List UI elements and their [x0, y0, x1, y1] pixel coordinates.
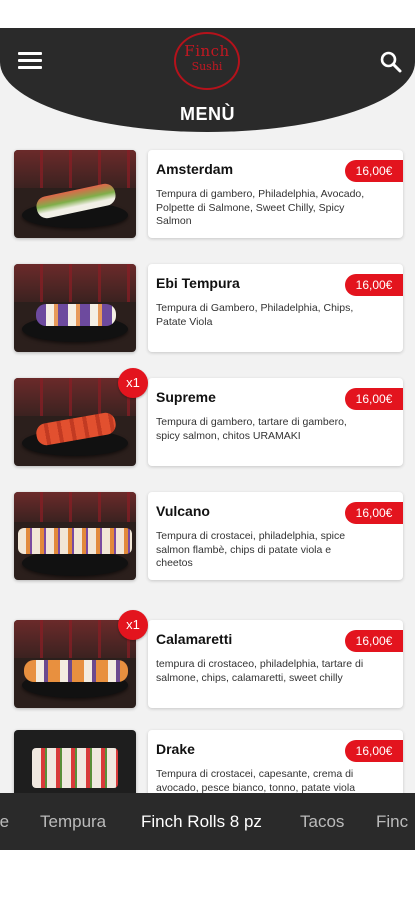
menu-item[interactable]: Vulcano 16,00€ Tempura di crostacei, phi…	[14, 492, 404, 582]
quantity-badge: x1	[118, 610, 148, 640]
menu-item-description: Tempura di crostacei, capesante, crema d…	[156, 768, 356, 794]
menu-item-card[interactable]: Calamaretti 16,00€ tempura di crostaceo,…	[148, 620, 403, 708]
menu-item-name: Drake	[156, 741, 195, 757]
menu-item-name: Supreme	[156, 389, 216, 405]
brand-logo: Finch Sushi	[174, 32, 240, 90]
menu-item[interactable]: Calamaretti 16,00€ tempura di crostaceo,…	[14, 610, 404, 710]
menu-item[interactable]: Ebi Tempura 16,00€ Tempura di Gambero, P…	[14, 264, 404, 354]
price-badge: 16,00€	[345, 502, 403, 524]
menu-item-description: tempura di crostaceo, philadelphia, tart…	[156, 658, 364, 684]
tab-tempura[interactable]: Tempura	[40, 812, 106, 832]
dish-image	[14, 150, 136, 238]
tab-partial-right[interactable]: Finc	[376, 812, 408, 832]
menu-item-card[interactable]: Amsterdam 16,00€ Tempura di gambero, Phi…	[148, 150, 403, 238]
dish-image	[14, 492, 136, 580]
tab-tacos[interactable]: Tacos	[300, 812, 344, 832]
search-icon[interactable]	[378, 49, 404, 75]
menu-icon[interactable]	[18, 52, 42, 70]
category-tab-bar: re Tempura Finch Rolls 8 pz Tacos Finc	[0, 793, 415, 850]
menu-item-description: Tempura di crostacei, philadelphia, spic…	[156, 530, 346, 569]
tab-partial-left[interactable]: re	[0, 812, 9, 832]
price-badge: 16,00€	[345, 630, 403, 652]
menu-item-card[interactable]: Supreme 16,00€ Tempura di gambero, tarta…	[148, 378, 403, 466]
menu-item-name: Calamaretti	[156, 631, 233, 647]
menu-item-name: Ebi Tempura	[156, 275, 240, 291]
dish-image	[14, 378, 136, 466]
dish-image	[14, 264, 136, 352]
menu-item[interactable]: Supreme 16,00€ Tempura di gambero, tarta…	[14, 368, 404, 468]
bottom-blank-area	[0, 850, 415, 900]
menu-item-card[interactable]: Vulcano 16,00€ Tempura di crostacei, phi…	[148, 492, 403, 580]
menu-item[interactable]: Amsterdam 16,00€ Tempura di gambero, Phi…	[14, 150, 404, 240]
menu-item-description: Tempura di Gambero, Philadelphia, Chips,…	[156, 302, 354, 328]
logo-text-sushi: Sushi	[191, 60, 223, 73]
price-badge: 16,00€	[345, 160, 403, 182]
price-badge: 16,00€	[345, 274, 403, 296]
menu-item-card[interactable]: Ebi Tempura 16,00€ Tempura di Gambero, P…	[148, 264, 403, 352]
menu-item-description: Tempura di gambero, tartare di gambero, …	[156, 416, 347, 442]
app-screen: Finch Sushi MENÙ Amsterdam 16,00€ Tempur…	[0, 0, 415, 900]
menu-item-description: Tempura di gambero, Philadelphia, Avocad…	[156, 188, 365, 227]
status-bar-area	[0, 0, 415, 28]
price-badge: 16,00€	[345, 388, 403, 410]
price-badge: 16,00€	[345, 740, 403, 762]
tab-finch-rolls[interactable]: Finch Rolls 8 pz	[141, 812, 262, 832]
menu-item-name: Vulcano	[156, 503, 210, 519]
page-title: MENÙ	[180, 104, 235, 124]
menu-item-name: Amsterdam	[156, 161, 234, 177]
dish-image	[14, 620, 136, 708]
quantity-badge: x1	[118, 368, 148, 398]
logo-text-finch: Finch	[184, 42, 230, 60]
